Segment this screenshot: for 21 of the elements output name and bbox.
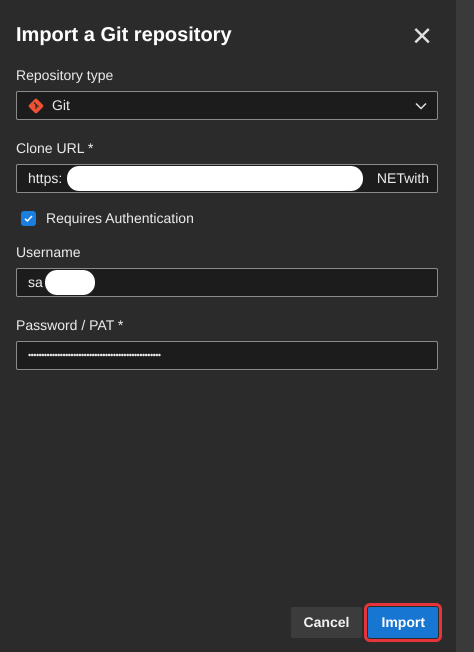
field-label: Username xyxy=(16,243,82,262)
field-value: NETwith xyxy=(376,169,429,188)
field-value: https: xyxy=(28,169,62,188)
repository-type-dropdown[interactable]: Git xyxy=(16,91,438,120)
field-label: Password / PAT * xyxy=(16,316,124,335)
password-dots: •••••••••••••••••••••••••••••••••••••••••••••••••• xyxy=(28,348,161,362)
checkbox[interactable] xyxy=(21,211,36,226)
field-label: Clone URL * xyxy=(16,139,94,158)
checkmark-icon xyxy=(23,213,34,224)
field-value: sa xyxy=(28,273,43,292)
import-button[interactable]: Import xyxy=(368,607,438,638)
text-field[interactable]: sa xyxy=(16,268,438,297)
password-field[interactable]: •••••••••••••••••••••••••••••••••••••••••••••••••• xyxy=(16,341,438,370)
dropdown-value: Git xyxy=(52,96,71,115)
checkbox-label: Requires Authentication xyxy=(46,209,194,228)
text-field[interactable]: https: NETwith xyxy=(16,164,438,193)
close-button[interactable]: × xyxy=(412,19,432,53)
cancel-button[interactable]: Cancel xyxy=(290,607,362,638)
chevron-down-icon xyxy=(415,102,427,110)
dialog-title: Import a Git repository xyxy=(16,23,232,48)
field-label: Repository type xyxy=(16,66,114,85)
